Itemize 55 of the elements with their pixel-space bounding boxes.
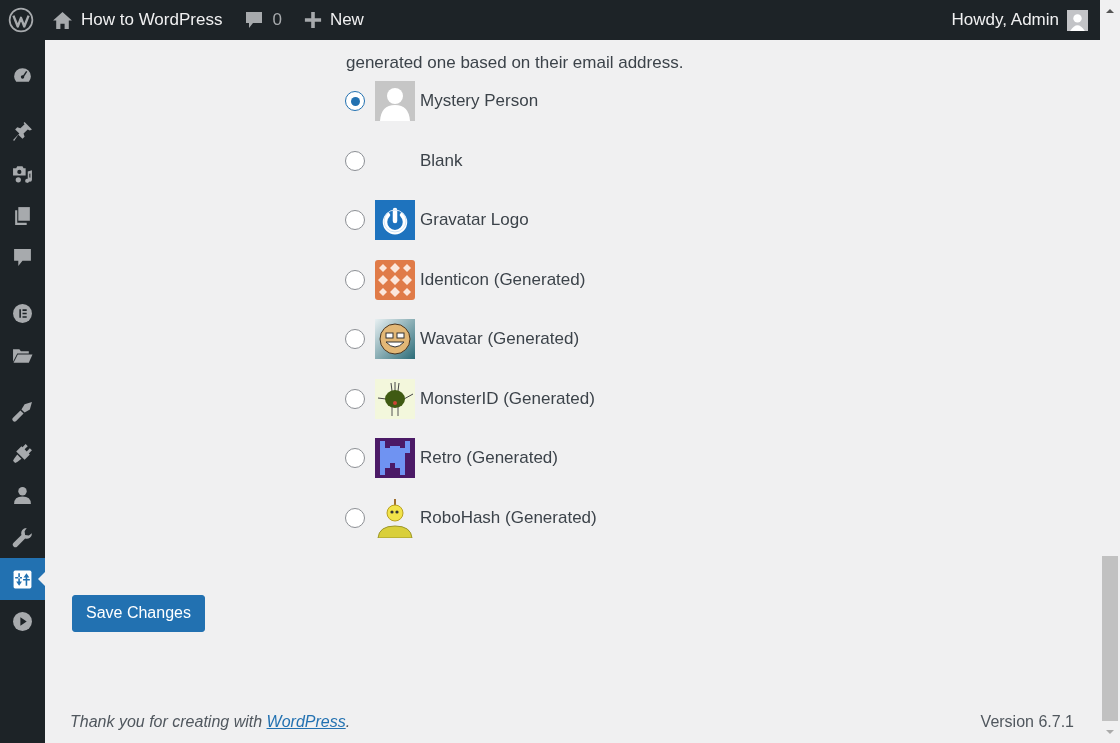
monster-icon: [375, 378, 415, 419]
radio-button[interactable]: [345, 150, 365, 171]
plug-icon: [12, 442, 33, 464]
option-label: Gravatar Logo: [420, 210, 529, 230]
greeting: Howdy, Admin: [951, 10, 1059, 30]
scroll-up-icon[interactable]: [1105, 6, 1115, 16]
radio-button[interactable]: [345, 448, 365, 468]
pattern-icon: [375, 259, 415, 300]
scrollbar-thumb[interactable]: [1102, 556, 1118, 721]
radio-button[interactable]: [345, 388, 365, 409]
comment-count: 0: [272, 10, 282, 30]
footer-thanks-text: Thank you for creating with WordPress.: [70, 713, 351, 731]
radio-button[interactable]: [345, 329, 365, 349]
speech-bubble-icon: [12, 246, 33, 268]
site-name-link[interactable]: How to WordPress: [52, 9, 223, 31]
robot-icon: [375, 497, 415, 538]
option-label: MonsterID (Generated): [420, 388, 595, 409]
radio-button[interactable]: [345, 507, 365, 528]
pages-icon: [12, 204, 33, 226]
radio-button[interactable]: [345, 269, 365, 290]
account-link[interactable]: Howdy, Admin: [951, 9, 1088, 31]
site-name: How to WordPress: [81, 10, 223, 30]
new-label: New: [329, 10, 364, 30]
description-text: generated one based on their email address.: [346, 52, 685, 74]
plus-icon: [303, 11, 322, 29]
save-changes-button[interactable]: Save Changes: [72, 594, 205, 632]
radio-button[interactable]: [345, 210, 365, 230]
power-symbol-icon: [375, 200, 415, 240]
home-icon: [52, 9, 73, 31]
speech-bubble-icon: [244, 10, 265, 30]
option-label: Mystery Person: [420, 91, 539, 111]
new-link[interactable]: New: [303, 10, 364, 30]
option-label: RoboHash (Generated): [420, 507, 597, 528]
radio-button[interactable]: [345, 91, 365, 111]
option-label: Retro (Generated): [420, 448, 558, 468]
sliders-icon: [12, 568, 33, 590]
wrench-icon: [12, 526, 33, 548]
pixel-art-icon: [375, 438, 415, 478]
circle-lines-icon: [12, 302, 33, 324]
person-silhouette-icon: [375, 81, 415, 121]
option-label: Blank: [420, 150, 463, 171]
paintbrush-icon: [12, 400, 33, 422]
play-icon: [12, 610, 33, 632]
comments-link[interactable]: 0: [244, 10, 282, 30]
avatar-icon: [1067, 9, 1088, 31]
option-label: Wavatar (Generated): [420, 329, 580, 349]
pointer-arrow-icon: [38, 572, 45, 586]
wordpress-link[interactable]: WordPress: [266, 713, 346, 730]
menu-item[interactable]: [0, 558, 45, 600]
grinning-face-icon: [375, 319, 415, 359]
version-text: Version 6.7.1: [980, 713, 1074, 731]
option-label: Identicon (Generated): [420, 269, 586, 290]
pushpin-icon: [12, 120, 33, 142]
user-icon: [12, 484, 33, 506]
wordpress-logo-icon[interactable]: [8, 7, 34, 33]
